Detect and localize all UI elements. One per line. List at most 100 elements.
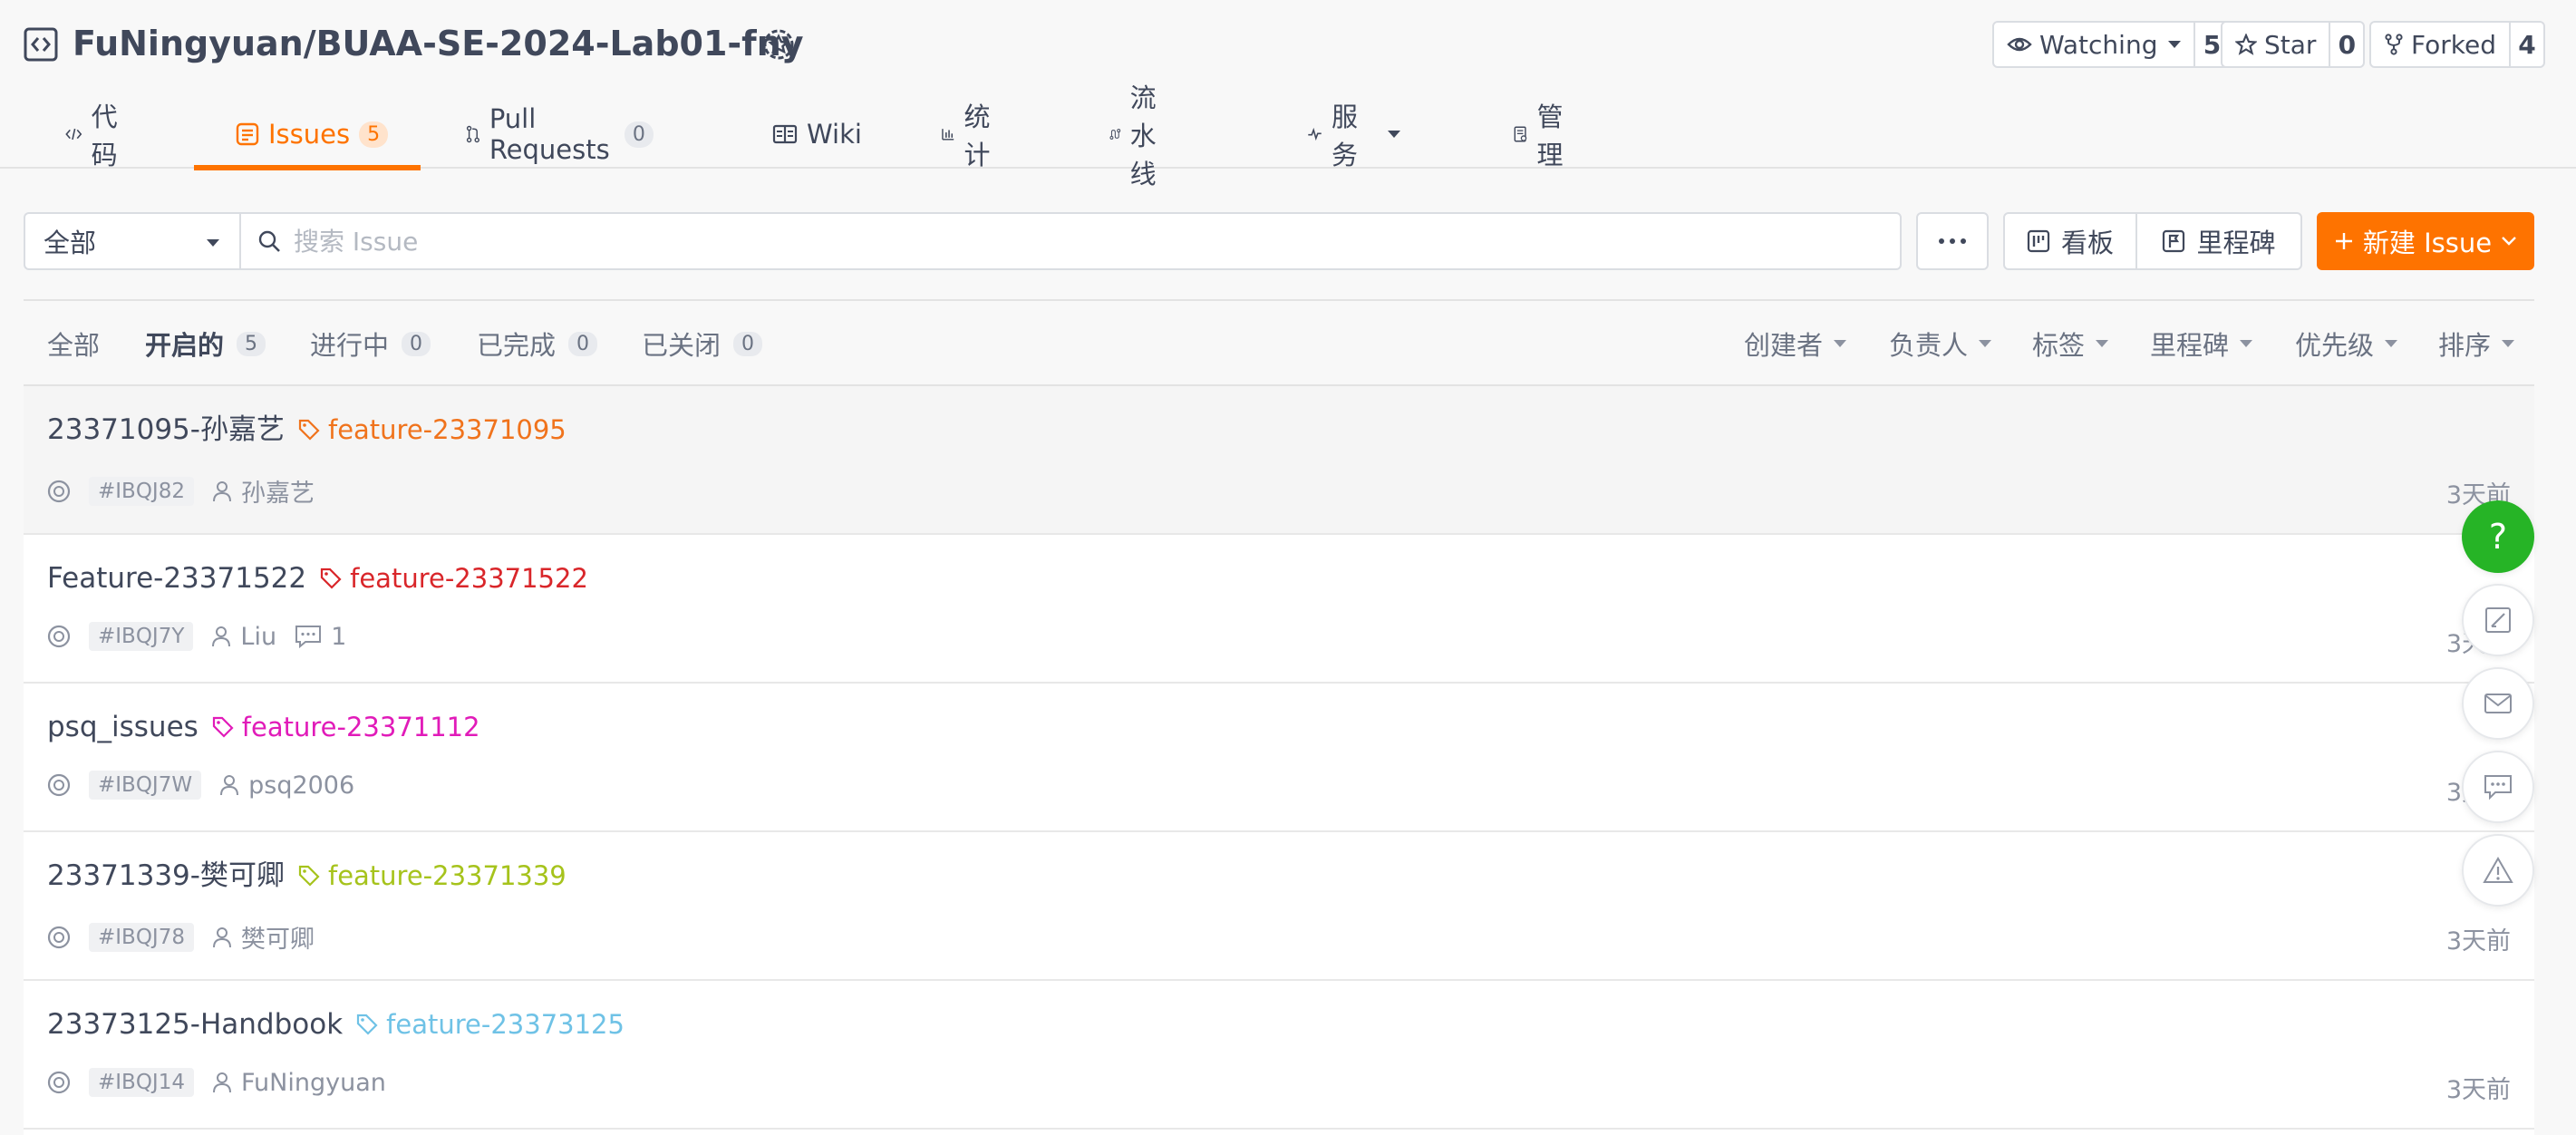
issue-label[interactable]: feature-23371112: [211, 707, 480, 747]
tab-manage[interactable]: 管理: [1514, 100, 1571, 170]
chevron-down-icon: [1834, 340, 1847, 347]
issue-title[interactable]: 23371095-孙嘉艺: [47, 410, 285, 450]
issue-title[interactable]: psq_issues: [47, 707, 199, 747]
repo-title[interactable]: FuNingyuan/BUAA-SE-2024-Lab01-fny: [73, 18, 804, 69]
tab-wiki[interactable]: Wiki: [772, 100, 862, 169]
pipeline-icon: [1109, 129, 1121, 140]
milestone-label: 里程碑: [2196, 228, 2276, 258]
issue-row[interactable]: 23371339-樊可卿 feature-23371339 #IBQJ78 樊可…: [24, 832, 2534, 981]
issue-comments[interactable]: 1: [295, 623, 346, 651]
issue-row[interactable]: 23371095-孙嘉艺 feature-23371095 #IBQJ82 孙嘉…: [24, 386, 2534, 535]
status-label: 已关闭: [642, 330, 721, 361]
issue-id: #IBQJ7W: [89, 771, 202, 800]
user-icon: [212, 626, 231, 647]
open-status-icon: [47, 1071, 71, 1094]
tag-icon: [298, 865, 320, 887]
open-status-icon: [47, 625, 71, 648]
chart-icon: [942, 129, 954, 141]
feedback-edit-button[interactable]: [2462, 584, 2534, 656]
tab-stats[interactable]: 统计: [941, 100, 998, 170]
mail-button[interactable]: [2462, 667, 2534, 740]
tab-code[interactable]: 代码: [65, 100, 126, 170]
star-count[interactable]: 0: [2330, 23, 2363, 66]
status-tab-closed[interactable]: 已关闭 0: [642, 301, 763, 386]
tag-icon: [321, 568, 342, 589]
issue-time: 3天前: [2445, 927, 2511, 956]
watching-group: Watching 5: [1992, 21, 2231, 68]
milestone-button[interactable]: 里程碑: [2135, 212, 2302, 270]
help-button[interactable]: ?: [2462, 500, 2534, 573]
status-tab-in-progress[interactable]: 进行中 0: [310, 301, 431, 386]
issue-row[interactable]: Feature-23371522 feature-23371522 #IBQJ7…: [24, 535, 2534, 684]
manage-icon: [1514, 126, 1527, 142]
filter-label: 排序: [2438, 330, 2492, 361]
tab-services[interactable]: 服务: [1307, 100, 1401, 170]
issue-id: #IBQJ82: [89, 476, 194, 506]
tab-count: 0: [624, 121, 654, 148]
issue-time: 3天前: [2445, 1076, 2511, 1104]
filter-priority[interactable]: 优先级: [2295, 301, 2398, 386]
status-tab-done[interactable]: 已完成 0: [477, 301, 598, 386]
search-input[interactable]: [294, 226, 1835, 257]
fork-icon: [2385, 34, 2403, 55]
tab-pipeline[interactable]: 流水线: [1109, 82, 1168, 189]
tab-label: 统计: [964, 102, 991, 170]
issue-author[interactable]: psq2006: [219, 771, 354, 800]
tab-label: Issues: [268, 119, 351, 150]
issue-scope-select[interactable]: 全部: [24, 212, 241, 270]
forked-button[interactable]: Forked: [2371, 23, 2511, 66]
author-name: Liu: [240, 622, 277, 651]
star-button[interactable]: Star: [2223, 23, 2331, 66]
author-name: FuNingyuan: [241, 1068, 386, 1097]
chat-button[interactable]: [2462, 751, 2534, 823]
more-options-button[interactable]: [1916, 212, 1989, 270]
tag-icon: [212, 716, 234, 738]
filter-labels[interactable]: 标签: [2032, 301, 2109, 386]
issue-author[interactable]: 孙嘉艺: [212, 473, 315, 509]
status-count: 0: [402, 331, 431, 356]
issue-author[interactable]: Liu: [211, 623, 276, 651]
status-count: 5: [237, 331, 266, 356]
chevron-down-icon: [2385, 340, 2398, 347]
issue-title[interactable]: 23373125-Handbook: [47, 1004, 343, 1044]
chevron-down-icon: [1979, 340, 1992, 347]
filter-author[interactable]: 创建者: [1744, 301, 1847, 386]
chevron-down-icon: [2168, 41, 2182, 48]
new-issue-button[interactable]: 新建 Issue: [2317, 212, 2534, 270]
open-status-icon: [47, 926, 71, 948]
issue-title[interactable]: Feature-23371522: [47, 558, 306, 598]
comment-count: 1: [331, 622, 347, 651]
warning-icon: [2483, 856, 2513, 883]
open-status-icon: [47, 773, 71, 797]
filter-label: 优先级: [2295, 330, 2375, 361]
star-icon: [2235, 34, 2257, 55]
status-label: 开启的: [145, 330, 225, 361]
watching-button[interactable]: Watching: [1994, 23, 2196, 66]
filter-milestone[interactable]: 里程碑: [2150, 301, 2253, 386]
issue-title[interactable]: 23371339-樊可卿: [47, 856, 285, 896]
repo-header: FuNingyuan/BUAA-SE-2024-Lab01-fny Watchi…: [0, 0, 2576, 189]
issue-author[interactable]: FuNingyuan: [212, 1069, 386, 1097]
tab-issues[interactable]: Issues 5: [194, 100, 421, 170]
issue-label[interactable]: feature-23371339: [297, 856, 567, 896]
sort-dropdown[interactable]: 排序: [2438, 301, 2515, 386]
issue-label[interactable]: feature-23371095: [297, 410, 567, 450]
filter-assignee[interactable]: 负责人: [1889, 301, 1992, 386]
label-text: feature-23371095: [327, 414, 567, 445]
issue-label[interactable]: feature-23371522: [319, 558, 588, 598]
status-tab-all[interactable]: 全部: [47, 301, 100, 386]
forked-count[interactable]: 4: [2511, 23, 2543, 66]
issue-id: #IBQJ14: [89, 1068, 194, 1097]
board-button[interactable]: 看板: [2003, 212, 2137, 270]
recommend-badge-icon[interactable]: [760, 25, 798, 63]
repo-code-icon: [24, 27, 58, 62]
status-tab-open[interactable]: 开启的 5: [145, 301, 266, 386]
issue-author[interactable]: 樊可卿: [212, 919, 315, 955]
pull-request-icon: [466, 125, 479, 143]
status-count: 0: [733, 331, 763, 356]
issue-row[interactable]: psq_issues feature-23371112 #IBQJ7W psq2…: [24, 684, 2534, 832]
issue-label[interactable]: feature-23373125: [355, 1004, 625, 1044]
tab-pull-requests[interactable]: Pull Requests 0: [466, 100, 654, 169]
report-button[interactable]: [2462, 834, 2534, 907]
issue-row[interactable]: 23373125-Handbook feature-23373125 #IBQJ…: [24, 981, 2534, 1130]
